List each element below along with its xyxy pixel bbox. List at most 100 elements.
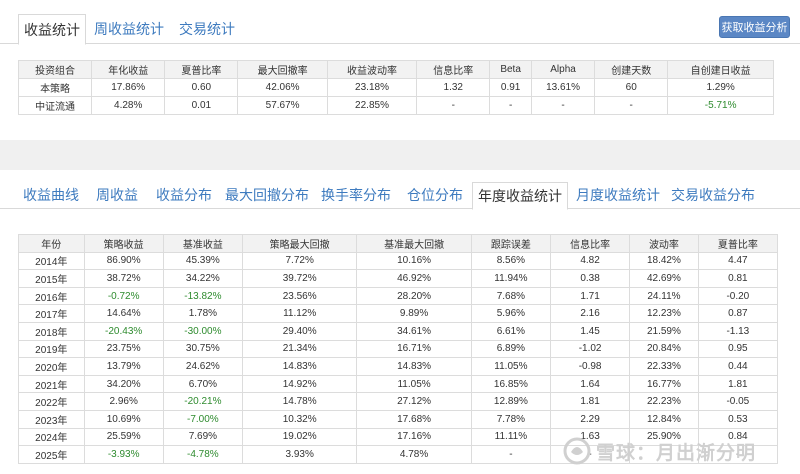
annual-cell: 6.70% [162,374,243,394]
annual-cell: 0.38 [549,269,631,288]
tab-return-curve[interactable]: 收益曲线 [18,182,84,209]
summary-cell: - [489,96,532,115]
annual-cell: 7.72% [241,251,358,271]
annual-cell: 25.59% [83,427,164,447]
annual-cell: 10.16% [356,251,472,271]
annual-cell: 23.56% [241,286,358,306]
annual-cell: -7.00% [162,409,243,429]
annual-cell: 7.68% [470,286,551,306]
summary-header-row: 投资组合 年化收益 夏普比率 最大回撤率 收益波动率 信息比率 Beta Alpha 创建天数自… [17,60,774,79]
summary-body: 本策略 17.86% 0.60 42.06% 23.18% 1.32 0.91 13.61% 6… [17,78,774,115]
annual-cell: 2.16 [549,304,631,323]
annual-cell: 34.61% [356,321,472,341]
annual-cell: -3.93% [83,445,164,464]
annual-cell: 12.84% [629,409,699,429]
table-row: 2019年 23.75% 30.75% 21.34% 16.71% 6.89% -1.02 2… [18,339,779,359]
annual-cell: -20.21% [162,392,243,411]
annual-cell: 4.78% [356,445,472,464]
tab-trading-stats[interactable]: 交易统计 [172,14,242,44]
annual-header-cell: 波动率 [629,234,699,253]
summary-cell: 17.86% [91,78,166,97]
annual-cell: 3.93% [241,445,358,464]
table-row: 2018年 -20.43% -30.00% 29.40% 34.61% 6.61% 1.45… [18,321,779,341]
summary-cell: 0.01 [164,96,239,115]
tab-annual-returns-stats[interactable]: 年度收益统计 [472,182,568,210]
annual-cell: 34.20% [83,374,164,394]
tab-trade-return-distribution[interactable]: 交易收益分布 [668,182,758,209]
tab-max-drawdown-distribution[interactable]: 最大回撤分布 [222,182,312,209]
summary-header-cell: Alpha [530,60,596,79]
annual-header-cell: 跟踪误差 [470,234,551,253]
annual-cell: -13.82% [162,286,243,306]
annual-cell: 9.89% [356,304,472,323]
annual-cell: 2019年 [18,339,85,359]
annual-cell: 38.72% [83,269,164,288]
annual-cell: 11.05% [356,374,472,394]
annual-returns-table: 年份 策略收益 基准收益 策略最大回撤 基准最大回撤 跟踪误差 信息比率 波动率 夏普比率 20… [18,234,779,464]
annual-cell: 2016年 [18,286,85,306]
annual-header-cell: 策略收益 [83,234,164,253]
annual-cell: 19.02% [241,427,358,447]
tab-weekly-returns-stats[interactable]: 周收益统计 [90,14,168,44]
annual-cell: 0.53 [697,409,779,429]
annual-cell: 21.34% [241,339,358,359]
annual-cell: 12.23% [629,304,699,323]
get-returns-analysis-button[interactable]: 获取收益分析 [719,16,790,38]
annual-cell: 22.23% [629,392,699,411]
tab-weekly-returns[interactable]: 周收益 [88,182,146,209]
annual-header-row: 年份 策略收益 基准收益 策略最大回撤 基准最大回撤 跟踪误差 信息比率 波动率 夏普比率 [18,234,779,253]
annual-cell: 23.75% [83,339,164,359]
annual-cell: -0.72% [83,286,164,306]
summary-cell: 22.85% [326,96,418,115]
annual-cell: 17.16% [356,427,472,447]
watermark: 雪球：月出渐分明 [562,436,782,466]
annual-cell: - [470,445,551,464]
tab-return-distribution[interactable]: 收益分布 [150,182,218,209]
annual-cell: 2020年 [18,357,85,376]
tab-returns-stats[interactable]: 收益统计 [18,14,86,45]
annual-cell: 14.78% [241,392,358,411]
annual-body: 2014年 86.90% 45.39% 7.72% 10.16% 8.56% 4.82 18.… [18,251,779,464]
annual-header-cell: 基准最大回撤 [356,234,472,253]
annual-cell: 1.78% [162,304,243,323]
annual-header-cell: 年份 [18,234,85,253]
tab-turnover-distribution[interactable]: 换手率分布 [316,182,396,209]
annual-cell: 27.12% [356,392,472,411]
summary-cell: 0.60 [164,78,239,97]
summary-cell: 60 [594,78,669,97]
annual-cell: 7.69% [162,427,243,447]
annual-cell: 2024年 [18,427,85,447]
annual-cell: -30.00% [162,321,243,341]
tab-position-distribution[interactable]: 仓位分布 [400,182,470,209]
tab-monthly-returns-stats[interactable]: 月度收益统计 [572,182,664,209]
annual-cell: 29.40% [241,321,358,341]
summary-header-cell: 收益波动率 [326,60,418,79]
annual-cell: 18.42% [629,251,699,271]
summary-cell: - [530,96,596,115]
annual-header-cell: 策略最大回撤 [241,234,358,253]
summary-cell: 23.18% [326,78,418,97]
annual-cell: 14.64% [83,304,164,323]
annual-cell: 16.77% [629,374,699,394]
annual-cell: 2021年 [18,374,85,394]
summary-cell: 13.61% [530,78,596,97]
annual-cell: 16.71% [356,339,472,359]
annual-cell: 1.81 [549,392,631,411]
annual-cell: 1.64 [549,374,631,394]
table-row: 中证流通 4.28% 0.01 57.67% 22.85% - - - - -5.71% [17,96,774,115]
table-row: 2017年 14.64% 1.78% 11.12% 9.89% 5.96% 2.16 12.2… [18,304,779,323]
annual-cell: 11.12% [241,304,358,323]
summary-cell: 1.29% [667,78,774,97]
annual-cell: 4.47 [697,251,779,271]
annual-cell: -1.02 [549,339,631,359]
summary-header-cell: 创建天数 [594,60,669,79]
annual-cell: -0.20 [697,286,779,306]
summary-cell: 0.91 [489,78,532,97]
annual-cell: 2015年 [18,269,85,288]
annual-cell: 42.69% [629,269,699,288]
table-row: 2014年 86.90% 45.39% 7.72% 10.16% 8.56% 4.82 18.… [18,251,779,271]
annual-cell: 2014年 [18,251,85,271]
annual-cell: 24.11% [629,286,699,306]
table-row: 2022年 2.96% -20.21% 14.78% 27.12% 12.89% 1.81 2… [18,392,779,411]
annual-cell: 22.33% [629,357,699,376]
